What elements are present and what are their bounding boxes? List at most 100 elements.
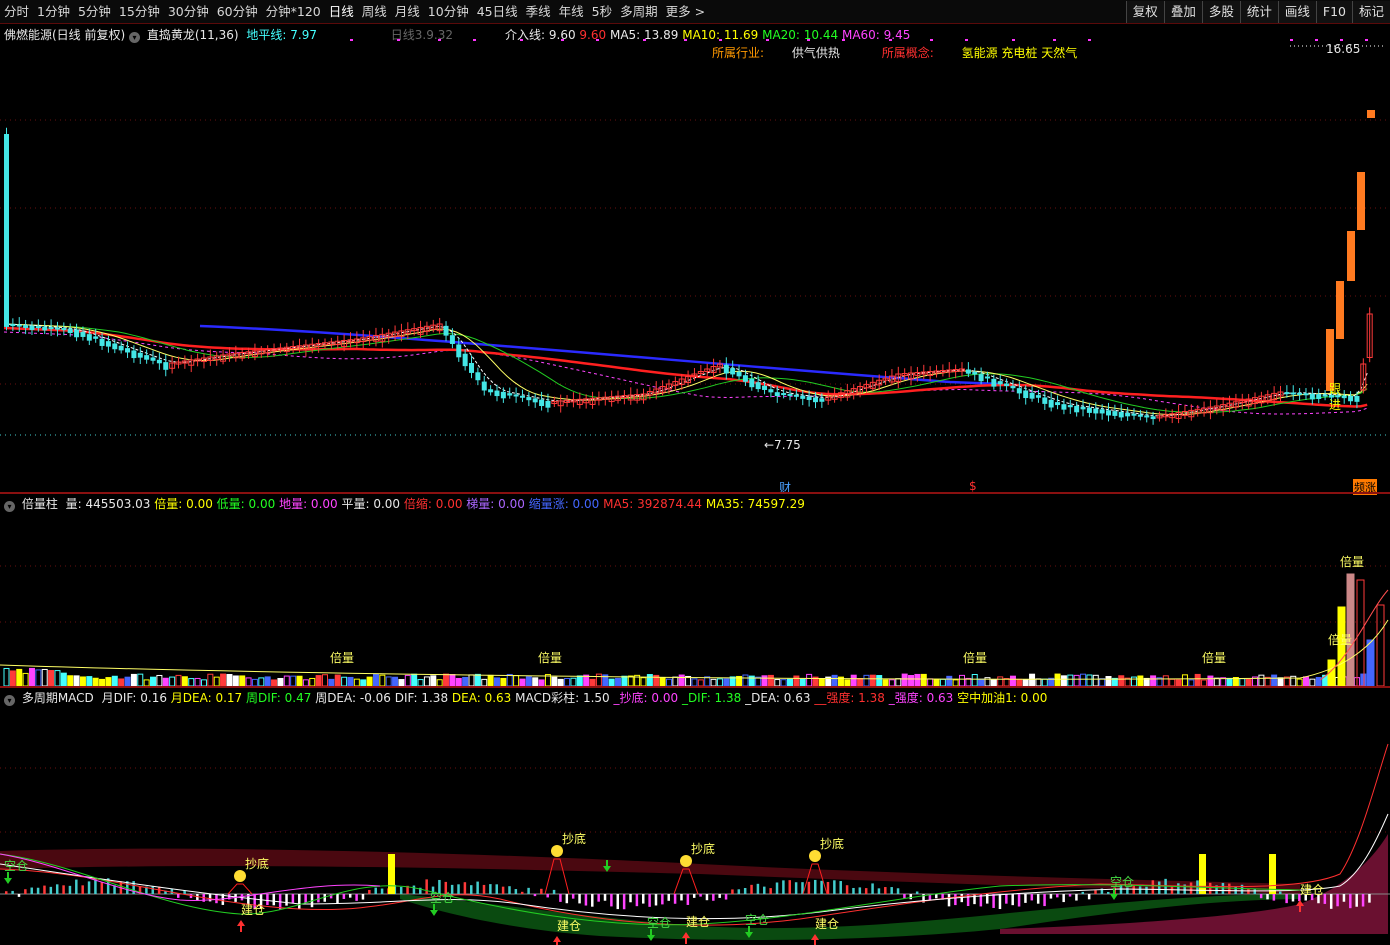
volume-bar <box>92 677 99 686</box>
macd-bar <box>457 884 460 894</box>
macd-bar <box>1259 894 1263 899</box>
period-tab[interactable]: 30分钟 <box>164 1 213 23</box>
macd-bar <box>1030 894 1034 901</box>
volume-bar <box>1277 677 1284 686</box>
period-tab[interactable]: 年线 <box>555 1 588 23</box>
tool-button[interactable]: 统计 <box>1239 1 1278 23</box>
dea: DEA: 0.63 <box>451 691 512 705</box>
macd-bar <box>839 881 842 894</box>
macd-bar <box>520 891 524 894</box>
period-tab[interactable]: 月线 <box>391 1 424 23</box>
macd-bar <box>845 885 849 894</box>
macd-bar <box>648 894 651 907</box>
macd-bar <box>673 894 677 904</box>
volume-bar <box>659 677 666 686</box>
macd-bar <box>508 886 511 894</box>
volume-bar <box>799 678 806 686</box>
volume-bar <box>665 678 672 686</box>
period-tab[interactable]: 季线 <box>522 1 555 23</box>
volume-bar <box>723 678 730 686</box>
volume-bar <box>1035 678 1042 686</box>
macd-bar <box>355 894 358 901</box>
period-tab[interactable]: 分时 <box>0 1 33 23</box>
candle-body <box>513 394 519 397</box>
volume-bar <box>264 676 271 686</box>
candle-body <box>1303 393 1309 396</box>
period-tab[interactable]: 日线 <box>325 1 358 23</box>
macd-bar <box>1342 894 1346 902</box>
period-tab[interactable]: 周线 <box>358 1 391 23</box>
month-dea: 月DEA: 0.17 <box>170 691 243 705</box>
volume-bar <box>315 675 322 686</box>
macd-bar <box>826 881 830 894</box>
volume-bar <box>589 678 596 686</box>
period-tab[interactable]: 分钟*120 <box>262 1 325 23</box>
volume-bar <box>1194 673 1201 686</box>
volume-bar <box>570 677 577 686</box>
price-chart[interactable] <box>0 24 1390 492</box>
period-tab[interactable]: 5秒 <box>588 1 616 23</box>
candle-body <box>54 327 60 330</box>
period-tab[interactable]: 15分钟 <box>115 1 164 23</box>
low-vol: 低量: 0.00 <box>216 497 276 511</box>
macd-title[interactable]: 多周期MACD <box>22 691 94 705</box>
down-arrow-icon <box>1110 888 1118 900</box>
volume-bar <box>978 678 985 686</box>
macd-bar <box>1087 894 1091 900</box>
dividend-marker[interactable]: $ <box>969 479 977 493</box>
macd-bar <box>336 894 339 904</box>
empty-label: 空仓 <box>430 891 454 905</box>
panel-divider[interactable] <box>0 492 1390 494</box>
volume-bar <box>716 678 723 686</box>
macd-bar <box>947 894 951 907</box>
volume-bar <box>9 670 16 686</box>
up-arrow-icon <box>553 936 561 945</box>
macd-bar <box>1272 894 1276 901</box>
macd-bar <box>17 894 21 897</box>
period-tab[interactable]: 多周期 <box>616 1 662 23</box>
tool-button[interactable]: 叠加 <box>1163 1 1202 23</box>
macd-dif-line <box>0 743 1389 926</box>
volume-title[interactable]: 倍量柱 <box>22 497 58 511</box>
candle-body <box>819 398 825 402</box>
candle-body <box>1284 392 1290 395</box>
candle-body <box>1316 394 1322 399</box>
macd-bar <box>348 894 352 898</box>
candle-body <box>1067 405 1073 408</box>
macd-bar <box>642 894 645 904</box>
macd-bar <box>368 889 371 894</box>
top-marker <box>438 39 441 41</box>
volume-bar <box>1258 674 1265 686</box>
macd-bar <box>680 894 683 901</box>
volume-bar <box>1009 675 1016 686</box>
volume-bar <box>946 675 953 686</box>
tool-button[interactable]: 画线 <box>1277 1 1316 23</box>
tool-button[interactable]: 多股 <box>1201 1 1240 23</box>
tool-button[interactable]: 复权 <box>1125 1 1164 23</box>
tool-button[interactable]: F10 <box>1315 1 1352 23</box>
macd-bar <box>1349 894 1352 909</box>
candle-body <box>545 400 551 408</box>
period-tab[interactable]: 5分钟 <box>74 1 115 23</box>
period-tab[interactable]: 45日线 <box>473 1 522 23</box>
macd-bar <box>291 894 295 904</box>
candle-body <box>1131 413 1137 416</box>
macd-bar <box>877 888 881 894</box>
period-tab[interactable]: 更多 > <box>662 1 709 23</box>
macd-bar <box>820 880 823 894</box>
macd-chart[interactable]: 抄底抄底抄底 抄底建仓建仓 建仓 建仓建仓空仓空仓空仓 空仓空仓 <box>0 704 1390 945</box>
candle-body <box>755 382 761 390</box>
panel-divider[interactable] <box>0 686 1390 688</box>
period-tab[interactable]: 1分钟 <box>33 1 74 23</box>
macd-bar <box>705 894 709 901</box>
volume-chart[interactable]: 倍量 倍量 倍量 倍量倍量倍量 <box>0 510 1390 686</box>
candle-body <box>125 348 131 353</box>
period-tab[interactable]: 10分钟 <box>424 1 473 23</box>
tool-button[interactable]: 标记 <box>1351 1 1390 23</box>
volume-bar <box>627 675 634 686</box>
empty-label: 空仓 <box>647 916 671 930</box>
volume-bar <box>54 670 61 686</box>
period-tab[interactable]: 60分钟 <box>213 1 262 23</box>
volume-bar <box>595 673 602 686</box>
candle-body <box>475 372 481 381</box>
